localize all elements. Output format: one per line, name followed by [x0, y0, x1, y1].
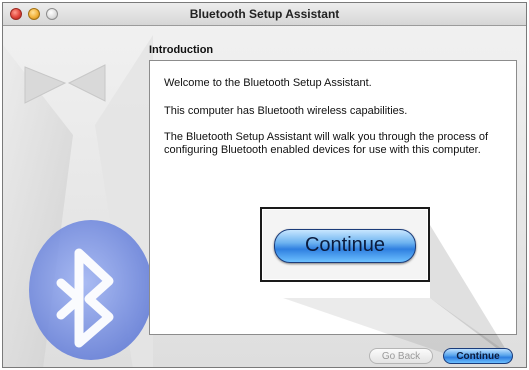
bluetooth-badge [29, 220, 153, 360]
continue-callout: Continue [260, 207, 430, 282]
continue-button[interactable]: Continue [443, 348, 513, 364]
introduction-panel: Welcome to the Bluetooth Setup Assistant… [149, 60, 517, 335]
title-bar[interactable]: Bluetooth Setup Assistant [3, 3, 526, 26]
section-heading: Introduction [149, 44, 214, 56]
bluetooth-setup-window: Bluetooth Setup Assistant Introduction W… [2, 2, 527, 368]
backdrop-illustration [3, 35, 153, 367]
bow-tie-icon [24, 64, 106, 104]
go-back-button[interactable]: Go Back [369, 348, 433, 364]
welcome-text: Welcome to the Bluetooth Setup Assistant… [164, 77, 372, 89]
continue-button-magnified[interactable]: Continue [274, 229, 416, 263]
process-text: The Bluetooth Setup Assistant will walk … [164, 131, 489, 156]
capability-text: This computer has Bluetooth wireless cap… [164, 105, 408, 117]
window-title: Bluetooth Setup Assistant [189, 7, 340, 21]
